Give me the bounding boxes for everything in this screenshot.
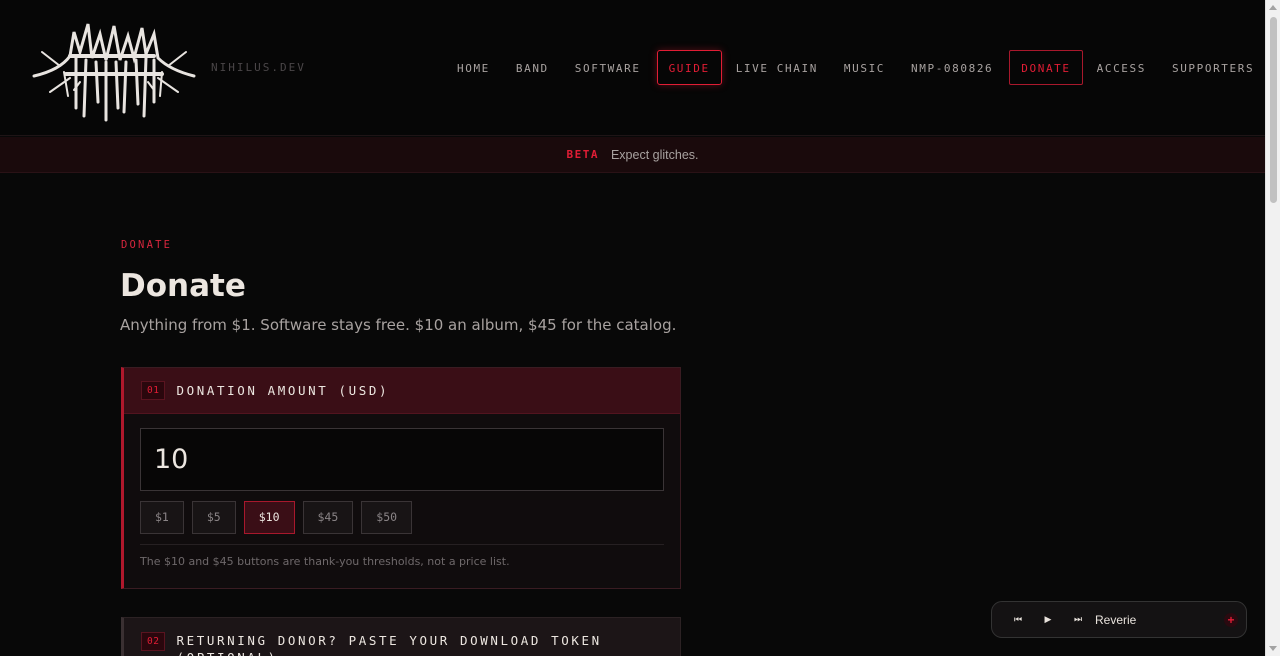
nav-band[interactable]: BAND: [504, 50, 561, 85]
track-title: Reverie: [1095, 612, 1137, 627]
donation-amount-card: 01 DONATION AMOUNT (USD) 10 $1 $5 $10 $4…: [121, 367, 681, 589]
preset-amounts: $1 $5 $10 $45 $50: [140, 501, 413, 534]
nav-supporters[interactable]: SUPPORTERS: [1160, 50, 1266, 85]
nav-guide[interactable]: GUIDE: [656, 50, 722, 85]
page-scrollbar[interactable]: [1265, 0, 1280, 656]
nav-live-chain[interactable]: LIVE CHAIN: [724, 50, 830, 85]
nav-donate[interactable]: DONATE: [1009, 50, 1083, 85]
beta-banner: BETA Expect glitches.: [0, 137, 1265, 173]
site-domain: NIHILUS.DEV: [211, 61, 306, 74]
donation-amount-header: 01 DONATION AMOUNT (USD): [124, 368, 680, 414]
main-nav: HOME BAND SOFTWARE GUIDE LIVE CHAIN MUSI…: [445, 50, 1268, 85]
donation-amount-title: DONATION AMOUNT (USD): [176, 383, 390, 398]
scroll-up-icon[interactable]: [1269, 5, 1277, 10]
preset-1-button[interactable]: $1: [140, 501, 184, 534]
scroll-thumb[interactable]: [1270, 17, 1277, 203]
nav-software[interactable]: SOFTWARE: [563, 50, 653, 85]
returning-donor-header[interactable]: 02 RETURNING DONOR? PASTE YOUR DOWNLOAD …: [124, 618, 680, 656]
divider: [140, 544, 664, 545]
page-subtitle: Anything from $1. Software stays free. $…: [120, 316, 677, 334]
nav-music[interactable]: MUSIC: [832, 50, 897, 85]
threshold-note: The $10 and $45 buttons are thank-you th…: [140, 555, 510, 568]
donation-amount-input[interactable]: 10: [140, 428, 664, 491]
close-icon[interactable]: +: [1224, 613, 1238, 627]
nihilus-band-logo-icon[interactable]: [30, 12, 198, 124]
preset-45-button[interactable]: $45: [302, 501, 354, 534]
page-title: Donate: [120, 268, 246, 304]
page-eyebrow: DONATE: [121, 239, 173, 251]
step-badge: 02: [141, 632, 166, 651]
nav-access[interactable]: ACCESS: [1085, 50, 1158, 85]
returning-donor-card: 02 RETURNING DONOR? PASTE YOUR DOWNLOAD …: [121, 617, 681, 656]
preset-10-button[interactable]: $10: [243, 501, 295, 534]
returning-donor-title: RETURNING DONOR? PASTE YOUR DOWNLOAD TOK…: [176, 633, 602, 656]
scroll-down-icon[interactable]: [1269, 646, 1277, 651]
preset-5-button[interactable]: $5: [191, 501, 236, 534]
skip-previous-icon[interactable]: ⏮: [1003, 614, 1033, 625]
music-player: ⏮ ▶ ⏭ Reverie +: [991, 601, 1247, 638]
beta-tag: BETA: [566, 148, 599, 161]
nav-home[interactable]: HOME: [445, 50, 502, 85]
skip-next-icon[interactable]: ⏭: [1063, 614, 1093, 625]
preset-50-button[interactable]: $50: [361, 501, 413, 534]
site-header: NIHILUS.DEV HOME BAND SOFTWARE GUIDE LIV…: [0, 0, 1265, 136]
beta-message: Expect glitches.: [610, 147, 699, 162]
nav-nmp-080826[interactable]: NMP-080826: [899, 50, 1005, 85]
step-badge: 01: [141, 381, 166, 400]
play-icon[interactable]: ▶: [1033, 614, 1063, 625]
